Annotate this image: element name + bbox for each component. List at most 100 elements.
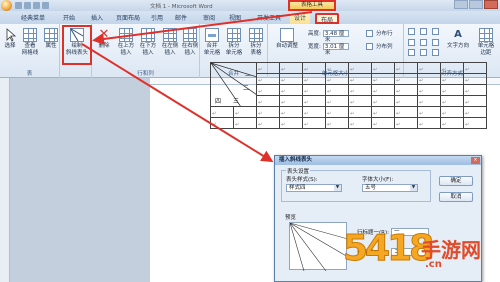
tab-references[interactable]: 引用 (148, 13, 166, 24)
table-cell[interactable]: ↵ (440, 117, 464, 129)
table-cell[interactable]: ↵ (440, 62, 464, 74)
table-cell[interactable]: ↵ (302, 62, 326, 74)
redo-icon[interactable] (33, 2, 40, 9)
table-cell[interactable]: ↵ (279, 84, 303, 96)
height-input[interactable]: 3.48 厘米 (322, 29, 349, 43)
table-cell[interactable]: ↵ (348, 62, 372, 74)
table-cell[interactable]: ↵ (417, 84, 441, 96)
table-cell[interactable]: ↵ (325, 106, 349, 118)
ok-button[interactable]: 确定 (439, 176, 473, 186)
table-cell[interactable]: ↵ (371, 95, 395, 107)
tab-layout[interactable]: 布局 (315, 13, 339, 24)
table-cell[interactable]: ↵ (371, 62, 395, 74)
table-cell[interactable]: ↵ (302, 106, 326, 118)
table-cell[interactable]: ↵ (233, 117, 257, 129)
table-cell[interactable]: ↵ (348, 84, 372, 96)
table-cell[interactable]: ↵ (463, 95, 487, 107)
table-cell[interactable]: ↵ (210, 106, 234, 118)
table-cell[interactable]: ↵ (256, 62, 280, 74)
table-cell[interactable]: ↵ (256, 106, 280, 118)
table-cell[interactable]: ↵ (325, 95, 349, 107)
tab-page-layout[interactable]: 页面布局 (112, 13, 144, 24)
close-window-icon[interactable] (484, 0, 498, 9)
table-cell[interactable]: ↵ (325, 117, 349, 129)
table-cell[interactable]: ↵ (325, 62, 349, 74)
table-cell[interactable]: ↵ (256, 95, 280, 107)
width-input[interactable]: 3.01 厘米 (322, 42, 349, 56)
diagonal-header-cell[interactable]: 一 二 三 四 (210, 62, 257, 107)
insert-above-button[interactable]: 在上方 插入 (116, 28, 136, 56)
align-top-right-icon[interactable] (432, 28, 439, 35)
style-select[interactable]: 样式四 ▼ (286, 184, 342, 192)
table-cell[interactable]: ↵ (463, 117, 487, 129)
customize-icon[interactable] (42, 2, 49, 9)
table-cell[interactable]: ↵ (348, 95, 372, 107)
table-cell[interactable]: ↵ (394, 95, 418, 107)
gridlines-button[interactable]: 查看 网格线 (20, 28, 40, 56)
table-cell[interactable]: ↵ (371, 106, 395, 118)
table-cell[interactable]: ↵ (279, 62, 303, 74)
table-cell[interactable]: ↵ (256, 117, 280, 129)
autofit-button[interactable]: 自动调整 (272, 28, 302, 50)
table-cell[interactable]: ↵ (440, 106, 464, 118)
tab-classic-menu[interactable]: 经典菜单 (18, 13, 48, 24)
save-icon[interactable] (15, 2, 22, 9)
table-cell[interactable]: ↵ (417, 73, 441, 85)
table-cell[interactable]: ↵ (417, 106, 441, 118)
insert-right-button[interactable]: 在右侧 插入 (180, 28, 200, 56)
table-cell[interactable]: ↵ (394, 84, 418, 96)
insert-below-button[interactable]: 在下方 插入 (138, 28, 158, 56)
table-cell[interactable]: ↵ (394, 73, 418, 85)
table-cell[interactable]: ↵ (325, 73, 349, 85)
table-cell[interactable]: ↵ (394, 117, 418, 129)
table-cell[interactable]: ↵ (348, 73, 372, 85)
tab-review[interactable]: 审阅 (200, 13, 218, 24)
table-cell[interactable]: ↵ (394, 106, 418, 118)
align-bottom-right-icon[interactable] (432, 49, 439, 57)
text-direction-button[interactable]: A 文字方向 (444, 28, 472, 50)
properties-button[interactable]: 属性 (42, 28, 60, 50)
table-cell[interactable]: ↵ (371, 73, 395, 85)
distribute-rows-button[interactable]: 分布行 (366, 29, 393, 37)
table-cell[interactable]: ↵ (210, 117, 234, 129)
table-cell[interactable]: ↵ (233, 106, 257, 118)
tab-mailings[interactable]: 邮件 (172, 13, 190, 24)
table-cell[interactable]: ↵ (417, 95, 441, 107)
table-cell[interactable]: ↵ (440, 73, 464, 85)
align-middle-left-icon[interactable] (408, 38, 415, 46)
table-cell[interactable]: ↵ (302, 95, 326, 107)
table-cell[interactable]: ↵ (463, 84, 487, 96)
font-size-select[interactable]: 五号 ▼ (362, 184, 418, 192)
insert-left-button[interactable]: 在左侧 插入 (160, 28, 180, 56)
tab-design[interactable]: 设计 (290, 13, 310, 24)
table-cell[interactable]: ↵ (371, 84, 395, 96)
table-cell[interactable]: ↵ (463, 62, 487, 74)
table-cell[interactable]: ↵ (440, 84, 464, 96)
align-bottom-center-icon[interactable] (420, 49, 427, 57)
table-cell[interactable]: ↵ (348, 106, 372, 118)
table-cell[interactable]: ↵ (371, 117, 395, 129)
table-cell[interactable]: ↵ (394, 62, 418, 74)
table-cell[interactable]: ↵ (279, 95, 303, 107)
align-bottom-left-icon[interactable] (408, 49, 415, 57)
table-cell[interactable]: ↵ (302, 73, 326, 85)
select-button[interactable]: 选择 (2, 28, 18, 50)
align-center-icon[interactable] (420, 38, 427, 46)
dialog-close-icon[interactable]: × (471, 157, 480, 164)
minimize-icon[interactable] (454, 0, 468, 9)
table-cell[interactable]: ↵ (417, 62, 441, 74)
align-middle-right-icon[interactable] (432, 38, 439, 46)
table-cell[interactable]: ↵ (325, 84, 349, 96)
merge-cells-button[interactable]: 合并 单元格 (202, 28, 222, 56)
undo-icon[interactable] (24, 2, 31, 9)
tab-developer[interactable]: 开发工具 (254, 13, 284, 24)
table-cell[interactable]: ↵ (348, 117, 372, 129)
table-cell[interactable]: ↵ (256, 73, 280, 85)
table-cell[interactable]: ↵ (302, 117, 326, 129)
table-cell[interactable]: ↵ (463, 73, 487, 85)
table-cell[interactable]: ↵ (302, 84, 326, 96)
distribute-cols-button[interactable]: 分布列 (366, 42, 393, 50)
tab-insert[interactable]: 插入 (88, 13, 106, 24)
table-cell[interactable]: ↵ (440, 95, 464, 107)
align-top-center-icon[interactable] (420, 28, 427, 35)
